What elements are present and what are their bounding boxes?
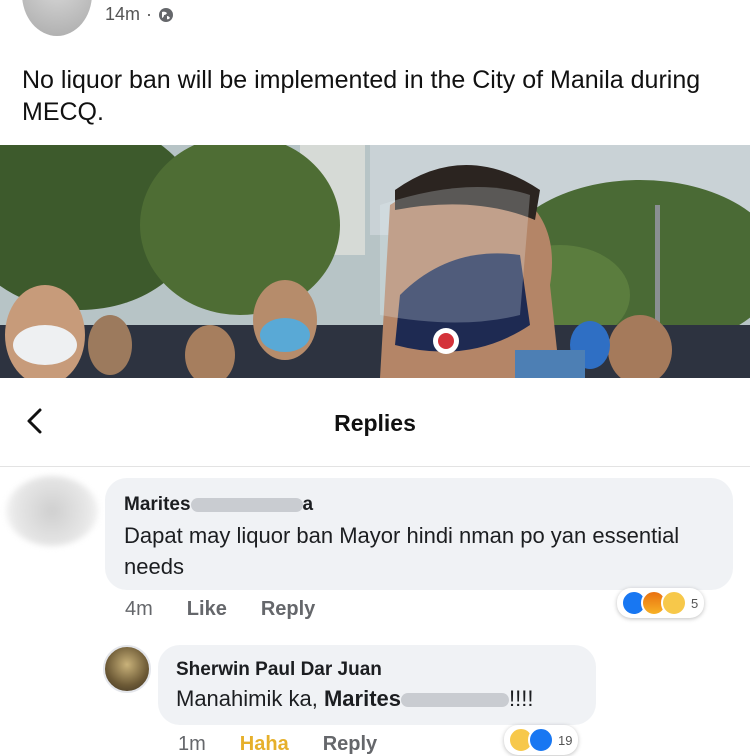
reply-body-suffix: !!!! [509,686,534,711]
post-text: No liquor ban will be implemented in the… [22,66,701,126]
comment-body: Dapat may liquor ban Mayor hindi nman po… [124,523,680,579]
post-meta: 14m · [105,4,174,25]
comment-time[interactable]: 4m [125,598,153,621]
meta-separator: · [146,4,153,24]
reaction-count: 5 [691,595,699,611]
reply-bubble: Sherwin Paul Dar Juan Manahimik ka, Mari… [158,645,596,725]
globe-icon [158,7,174,23]
comment-author[interactable]: Marites a [124,494,313,516]
reaction-summary[interactable]: 19 [504,725,579,755]
reaction-count: 19 [558,732,573,748]
comment-actions: 4m Like Reply [125,598,349,621]
comment-author-suffix: a [302,494,314,515]
haha-reaction-icon [661,590,687,616]
replies-title: Replies [334,410,416,436]
redacted-mention [401,693,509,708]
reply-button[interactable]: Reply [323,733,377,756]
redacted-name [190,497,303,512]
reply-actions: 1m Haha Reply [178,733,411,756]
reply-body-prefix: Manahimik ka, [176,686,324,711]
haha-button[interactable]: Haha [240,733,289,756]
comment-bubble: Marites a Dapat may liquor ban Mayor hind… [105,478,733,590]
post-time[interactable]: 14m [105,4,140,25]
reaction-summary[interactable]: 5 [617,588,705,618]
reply-author[interactable]: Sherwin Paul Dar Juan [176,659,382,681]
post-photo[interactable] [0,145,750,378]
post-author-avatar[interactable] [22,0,92,36]
comment-author-name[interactable]: Marites [124,494,191,515]
post-header: 14m · [0,0,750,40]
commenter-avatar[interactable] [6,476,98,546]
mention-link[interactable]: Marites [324,686,401,711]
replies-header: Replies [0,378,750,467]
reply-time[interactable]: 1m [178,733,206,756]
reply-button[interactable]: Reply [261,598,315,621]
reply-body: Manahimik ka, Marites!!!! [176,683,533,714]
commenter-avatar[interactable] [103,645,151,693]
like-reaction-icon [528,727,554,753]
like-button[interactable]: Like [187,598,227,621]
